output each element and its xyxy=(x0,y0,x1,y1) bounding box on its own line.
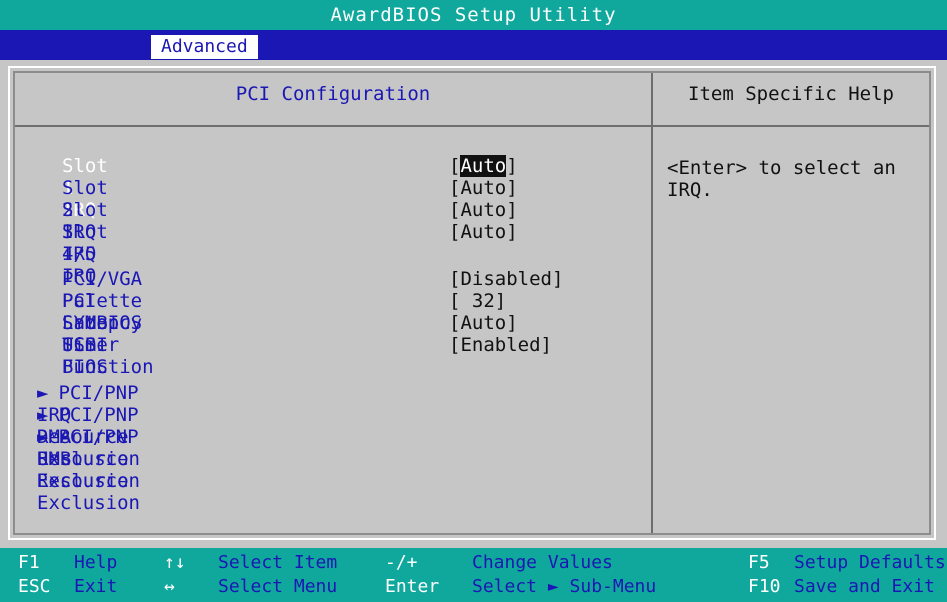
help-text: <Enter> to select an IRQ. xyxy=(667,157,896,201)
item-slot1-irq-value[interactable]: [Auto] xyxy=(449,155,518,177)
key-leftright: ↔ xyxy=(164,576,175,597)
key-esc-desc: Exit xyxy=(74,576,118,597)
item-slot3-irq-value[interactable]: [Auto] xyxy=(449,199,518,221)
submenu-arrow-icon: ► xyxy=(37,426,49,448)
value-text: Disabled xyxy=(460,268,552,290)
title-bar: AwardBIOS Setup Utility xyxy=(0,0,947,30)
panel-frame: PCI Configuration Item Specific Help Slo… xyxy=(13,71,931,535)
app-title: AwardBIOS Setup Utility xyxy=(330,4,617,26)
item-latency-timer-value[interactable]: [ 32] xyxy=(449,290,506,312)
key-updown: ↑↓ xyxy=(164,552,186,573)
submenu-label: PCI/PNP UMB Resource Exclusion xyxy=(37,426,140,514)
tab-advanced[interactable]: Advanced xyxy=(150,34,259,60)
item-scsi-bios-value[interactable]: [Auto] xyxy=(449,312,518,334)
key-updown-desc: Select Item xyxy=(218,552,338,573)
key-leftright-desc: Select Menu xyxy=(218,576,338,597)
value-text: 32 xyxy=(460,290,495,312)
key-enter: Enter xyxy=(385,576,440,597)
submenu-arrow-icon: ► xyxy=(37,404,49,426)
key-plusminus-desc: Change Values xyxy=(472,552,613,573)
menu-bar: Advanced xyxy=(0,30,947,60)
main-panel: PCI Configuration Item Specific Help Slo… xyxy=(8,66,936,540)
key-f1-desc: Help xyxy=(74,552,118,573)
key-enter-desc: Select ► Sub-Menu xyxy=(472,576,657,597)
section-title: PCI Configuration xyxy=(235,83,431,105)
key-f5: F5 xyxy=(748,552,770,573)
key-f1: F1 xyxy=(18,552,40,573)
key-f5-desc: Setup Defaults xyxy=(794,552,946,573)
submenu-umb-exclusion[interactable]: ► PCI/PNP UMB Resource Exclusion xyxy=(37,426,140,514)
submenu-arrow-icon: ► xyxy=(37,382,49,404)
value-text: Auto xyxy=(460,312,507,334)
key-f10: F10 xyxy=(748,576,781,597)
item-usb-function-value[interactable]: [Enabled] xyxy=(449,334,552,356)
vertical-divider xyxy=(651,73,653,533)
key-esc: ESC xyxy=(18,576,51,597)
horizontal-divider xyxy=(15,125,929,127)
value-text: Auto xyxy=(460,177,507,199)
help-title: Item Specific Help xyxy=(688,83,894,105)
item-palette-snoop-value[interactable]: [Disabled] xyxy=(449,268,563,290)
key-f10-desc: Save and Exit xyxy=(794,576,935,597)
item-usb-function-label[interactable]: USB Function xyxy=(62,334,154,378)
item-slot2-irq-value[interactable]: [Auto] xyxy=(449,177,518,199)
key-help-footer: F1 Help ↑↓ Select Item -/+ Change Values… xyxy=(0,548,947,602)
selected-value-highlight[interactable]: Auto xyxy=(460,155,507,177)
value-text: Auto xyxy=(460,221,507,243)
value-text: Auto xyxy=(460,199,507,221)
item-slot45-irq-value[interactable]: [Auto] xyxy=(449,221,518,243)
key-plusminus: -/+ xyxy=(385,552,418,573)
value-text: Enabled xyxy=(460,334,541,356)
